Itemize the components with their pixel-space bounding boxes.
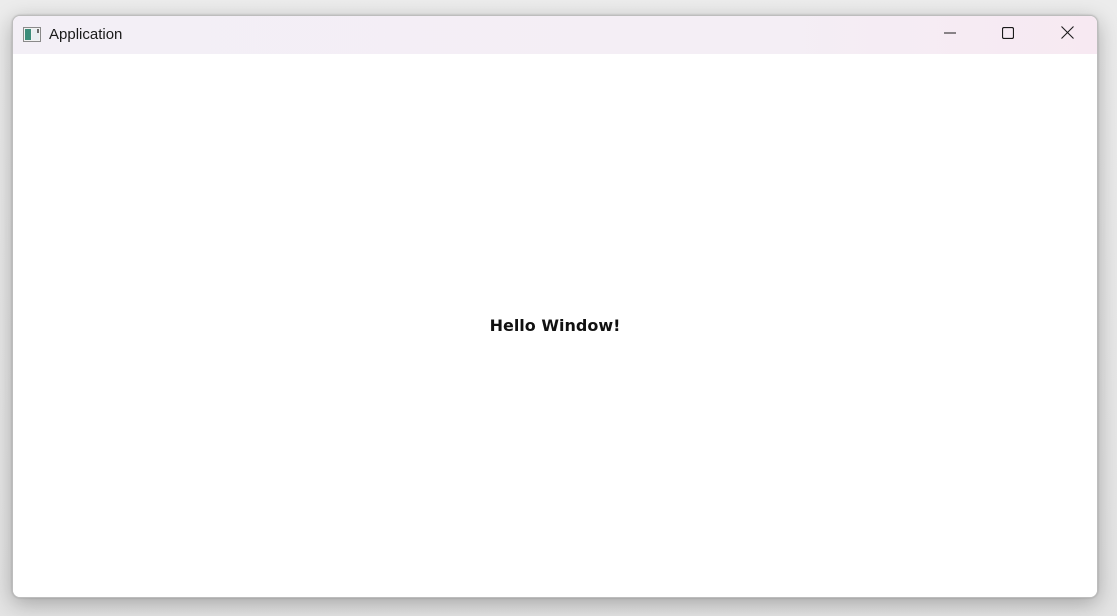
title-bar[interactable]: Application <box>13 16 1097 54</box>
close-icon <box>1060 26 1074 44</box>
maximize-button[interactable] <box>979 16 1037 54</box>
minimize-button[interactable] <box>921 16 979 54</box>
minimize-icon <box>944 26 956 44</box>
close-button[interactable] <box>1037 16 1097 54</box>
window-title: Application <box>49 26 123 43</box>
hello-message: Hello Window! <box>489 316 621 335</box>
application-window-icon[interactable] <box>23 27 41 42</box>
desktop: Application Hello Window! <box>0 0 1117 616</box>
maximize-icon <box>1001 26 1015 44</box>
client-area: Hello Window! <box>13 54 1097 597</box>
application-window: Application Hello Window! <box>12 15 1098 598</box>
